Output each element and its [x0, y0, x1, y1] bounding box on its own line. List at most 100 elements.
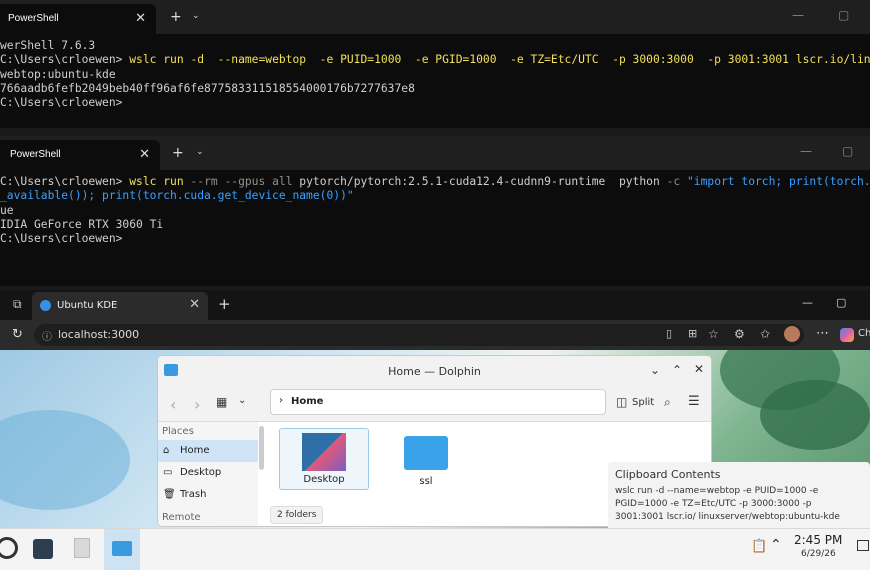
breadcrumb[interactable]: › Home	[270, 389, 606, 415]
close-tab-icon[interactable]: ✕	[189, 297, 200, 312]
output-line: C:\Users\crloewen>	[0, 96, 123, 110]
dolphin-taskbar-icon[interactable]	[104, 529, 140, 570]
command-name: wslc run	[129, 175, 184, 188]
minimize-icon[interactable]: —	[802, 296, 813, 309]
output-line: IDIA GeForce RTX 3060 Ti	[0, 217, 164, 231]
folder-icon	[112, 541, 132, 556]
close-icon[interactable]: ✕	[694, 362, 704, 376]
terminal-tab[interactable]: PowerShell ✕	[0, 4, 156, 34]
chevron-up-icon[interactable]: ⌃	[672, 363, 682, 377]
output-line: werShell 7.6.3	[0, 39, 96, 52]
browser-navbar: ↻ ⓘ localhost:3000 ▯ ⊞ ☆ ⚙ ✩ ⋯ Ch	[0, 320, 870, 350]
chevron-down-icon[interactable]: ⌄	[196, 147, 204, 157]
folder-icon	[404, 436, 448, 470]
powershell-window-1: PowerShell ✕ + ⌄ — ▢ werShell 7.6.3 C:\Us…	[0, 0, 870, 128]
command-flags: --rm --gpus all	[183, 175, 300, 188]
clock-date[interactable]: 6/29/26	[801, 549, 836, 559]
file-label: Desktop	[303, 474, 345, 485]
new-tab-icon[interactable]: +	[218, 295, 231, 313]
places-item-label: Desktop	[180, 467, 222, 478]
command-args: pytorch/pytorch:2.5.1-cuda12.4-cudnn9-ru…	[299, 175, 667, 188]
app-launcher-icon[interactable]	[0, 537, 18, 559]
maximize-icon[interactable]: ▢	[838, 8, 849, 22]
maximize-icon[interactable]: ▢	[836, 296, 846, 309]
chevron-down-icon[interactable]: ⌄	[238, 395, 246, 406]
browser-window: ⧉ Ubuntu KDE ✕ + — ▢ ↻ ⓘ localhost:3000 …	[0, 290, 870, 570]
settings-app-icon[interactable]	[33, 539, 53, 559]
workspaces-icon[interactable]: ⧉	[13, 297, 22, 312]
dolphin-toolbar: ‹ › ▦ ⌄ › Home ◫ Split ⌕ ☰	[158, 386, 711, 422]
browser-tab[interactable]: Ubuntu KDE ✕	[32, 292, 208, 320]
back-icon[interactable]: ‹	[170, 395, 176, 414]
split-button[interactable]: Split	[632, 397, 654, 408]
kde-favicon	[40, 300, 51, 311]
close-tab-icon[interactable]: ✕	[139, 146, 150, 162]
output-line: ue	[0, 203, 14, 217]
kde-taskbar: 📋 ⌃ 2:45 PM 6/29/26	[0, 528, 870, 570]
browser-tab-title: Ubuntu KDE	[57, 300, 118, 311]
chevron-down-icon[interactable]: ⌄	[192, 11, 200, 21]
terminal-tab[interactable]: PowerShell ✕	[0, 140, 160, 170]
extensions-icon[interactable]: ⚙	[734, 327, 745, 341]
chevron-up-icon[interactable]: ⌃	[770, 537, 782, 553]
forward-icon[interactable]: ›	[194, 395, 200, 414]
site-info-icon[interactable]: ⓘ	[42, 328, 52, 343]
search-icon[interactable]: ⌕	[664, 395, 671, 410]
more-icon[interactable]: ⋯	[816, 326, 829, 341]
apps-icon[interactable]: ⊞	[688, 327, 697, 340]
places-panel: Places ⌂ Home ▭ Desktop 🗑 Trash Remote	[158, 422, 258, 526]
chevron-right-icon: ›	[279, 395, 283, 406]
clipboard-title: Clipboard Contents	[615, 468, 721, 481]
places-item-trash[interactable]: 🗑 Trash	[158, 484, 258, 506]
address-bar[interactable]: ⓘ localhost:3000 ▯ ⊞ ☆ ⚙ ✩	[34, 324, 804, 346]
favorites-icon[interactable]: ✩	[760, 327, 770, 341]
refresh-icon[interactable]: ↻	[12, 327, 23, 342]
kde-desktop: Home — Dolphin ⌄ ⌃ ✕ ‹ › ▦ ⌄ › Home ◫ Sp…	[0, 350, 870, 570]
menu-icon[interactable]: ☰	[688, 394, 700, 409]
favorite-star-icon[interactable]: ☆	[708, 327, 719, 341]
places-item-label: Home	[180, 445, 210, 456]
clipboard-text: wslc run -d --name=webtop -e PUID=1000 -…	[615, 486, 840, 522]
prompt: C:\Users\crloewen>	[0, 53, 123, 67]
close-tab-icon[interactable]: ✕	[135, 10, 146, 26]
places-header: Places	[162, 426, 194, 437]
view-mode-icon[interactable]: ▦	[216, 395, 227, 409]
profile-avatar[interactable]	[784, 326, 800, 342]
minimize-icon[interactable]: —	[800, 144, 812, 158]
command-string: "import torch; print(torch.cuda	[686, 175, 870, 188]
dolphin-titlebar: Home — Dolphin ⌄ ⌃ ✕	[158, 356, 711, 386]
breadcrumb-home[interactable]: Home	[291, 396, 323, 407]
output-line: webtop:ubuntu-kde	[0, 67, 116, 81]
wallpaper-shape	[760, 380, 870, 450]
desktop-icon: ▭	[163, 467, 173, 478]
powershell-window-2: PowerShell ✕ + ⌄ — ▢ C:\Users\crloewen> …	[0, 136, 870, 286]
desktop-folder-icon	[302, 433, 346, 471]
home-icon: ⌂	[163, 445, 170, 456]
show-desktop-icon[interactable]	[857, 540, 869, 551]
copilot-icon[interactable]	[840, 328, 854, 342]
split-icon[interactable]: ◫	[616, 395, 627, 409]
terminal-titlebar: PowerShell ✕ + ⌄ — ▢	[0, 0, 870, 34]
new-tab-icon[interactable]: +	[172, 145, 184, 161]
maximize-icon[interactable]: ▢	[842, 144, 853, 158]
places-scrollbar[interactable]	[259, 426, 264, 470]
terminal-output[interactable]: C:\Users\crloewen> wslc run --rm --gpus …	[0, 170, 870, 246]
new-tab-icon[interactable]: +	[170, 9, 182, 25]
terminal-output[interactable]: werShell 7.6.3 C:\Users\crloewen> wslc ru…	[0, 34, 870, 110]
documents-app-icon[interactable]	[74, 538, 90, 558]
folder-desktop[interactable]: Desktop	[279, 428, 369, 490]
folder-ssl[interactable]: ssl	[381, 428, 471, 490]
command-flag: -c	[666, 175, 687, 188]
tab-title: PowerShell	[10, 149, 61, 160]
places-item-desktop[interactable]: ▭ Desktop	[158, 462, 258, 484]
minimize-icon[interactable]: —	[792, 8, 804, 22]
clipboard-tray-icon[interactable]: 📋	[751, 539, 767, 554]
reader-icon[interactable]: ▯	[666, 327, 672, 340]
clock-time[interactable]: 2:45 PM	[794, 533, 842, 547]
command-line: C:\Users\crloewen> wslc run -d --name=we…	[0, 53, 870, 67]
url-text: localhost:3000	[58, 328, 140, 341]
places-item-home[interactable]: ⌂ Home	[158, 440, 258, 462]
output-line: C:\Users\crloewen>	[0, 232, 123, 246]
output-line: 766aadb6fefb2049beb40ff96af6fe8775833115…	[0, 81, 415, 95]
chevron-down-icon[interactable]: ⌄	[650, 363, 660, 377]
